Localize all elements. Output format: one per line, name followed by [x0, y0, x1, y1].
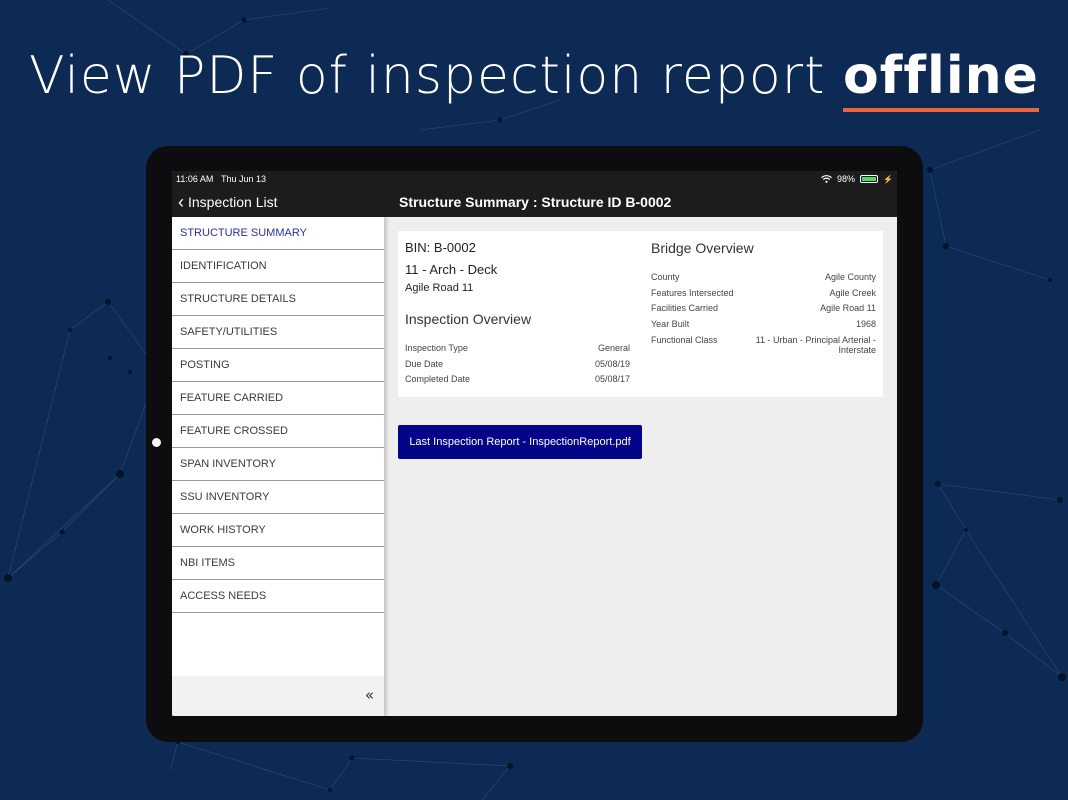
sidebar-footer: «	[172, 676, 384, 716]
navigation-bar: ‹ Inspection List Structure Summary : St…	[172, 189, 897, 217]
headline-emphasis: offline	[843, 46, 1039, 112]
back-label: Inspection List	[188, 194, 278, 210]
sidebar-item-feature-crossed[interactable]: FEATURE CROSSED	[172, 415, 384, 448]
sidebar-item-structure-details[interactable]: STRUCTURE DETAILS	[172, 283, 384, 316]
battery-icon	[860, 175, 879, 183]
sidebar: STRUCTURE SUMMARY IDENTIFICATION STRUCTURE…	[172, 217, 385, 716]
open-pdf-report-button[interactable]: Last Inspection Report - InspectionRepor…	[398, 425, 642, 459]
sidebar-item-safety-utilities[interactable]: SAFETY/UTILITIES	[172, 316, 384, 349]
sidebar-item-work-history[interactable]: WORK HISTORY	[172, 514, 384, 547]
chevron-left-icon: ‹	[178, 192, 184, 212]
status-date: Thu Jun 13	[221, 174, 267, 184]
back-button[interactable]: ‹ Inspection List	[178, 192, 278, 212]
sidebar-item-span-inventory[interactable]: SPAN INVENTORY	[172, 448, 384, 481]
summary-card: BIN: B-0002 11 - Arch - Deck Agile Road …	[398, 231, 883, 397]
promo-headline: View PDF of inspection report offline	[0, 46, 1068, 112]
charging-icon: ⚡	[883, 174, 893, 184]
status-right: 98% ⚡	[821, 174, 893, 184]
structure-road: Agile Road 11	[405, 282, 474, 294]
status-bar: 11:06 AM Thu Jun 13 98% ⚡	[172, 171, 897, 189]
inspection-row-value: 05/08/19	[594, 359, 630, 369]
sidebar-item-feature-carried[interactable]: FEATURE CARRIED	[172, 382, 384, 415]
sidebar-item-access-needs[interactable]: ACCESS NEEDS	[172, 580, 384, 613]
inspection-overview-title: Inspection Overview	[405, 311, 532, 327]
inspection-row-label: Inspection Type	[405, 343, 468, 353]
status-time: 11:06 AM	[176, 174, 214, 184]
bridge-row: County Agile County	[651, 272, 876, 282]
bridge-row: Features Intersected Agile Creek	[651, 288, 876, 298]
tablet-camera-dot	[152, 438, 161, 447]
collapse-sidebar-icon[interactable]: «	[365, 686, 374, 704]
sidebar-item-posting[interactable]: POSTING	[172, 349, 384, 382]
bridge-row-label: Facilities Carried	[651, 303, 719, 313]
bridge-row-value: 11 - Urban - Principal Arterial - Inters…	[755, 335, 876, 355]
bridge-row-label: Functional Class	[651, 335, 718, 345]
inspection-row: Due Date 05/08/19	[405, 359, 630, 369]
sidebar-item-nbi-items[interactable]: NBI ITEMS	[172, 547, 384, 580]
bridge-row: Facilities Carried Agile Road 11	[651, 303, 876, 313]
structure-type: 11 - Arch - Deck	[405, 262, 498, 277]
inspection-row-value: General	[597, 343, 630, 353]
inspection-row-label: Completed Date	[405, 374, 471, 384]
bridge-row-label: Year Built	[651, 319, 690, 329]
inspection-row: Completed Date 05/08/17	[405, 374, 630, 384]
battery-percent: 98%	[837, 174, 856, 184]
sidebar-item-structure-summary[interactable]: STRUCTURE SUMMARY	[172, 217, 384, 250]
sidebar-item-ssu-inventory[interactable]: SSU INVENTORY	[172, 481, 384, 514]
inspection-row-value: 05/08/17	[594, 374, 630, 384]
bridge-row-label: Features Intersected	[651, 288, 734, 298]
bridge-row-value: Agile Creek	[829, 288, 876, 298]
bridge-row-label: County	[651, 272, 680, 282]
tablet-screen: 11:06 AM Thu Jun 13 98% ⚡ ‹ Inspection L…	[172, 171, 897, 716]
page-title: Structure Summary : Structure ID B-0002	[399, 194, 672, 210]
bin-label: BIN: B-0002	[405, 240, 476, 255]
bridge-row-value: 1968	[855, 319, 876, 329]
bridge-row: Year Built 1968	[651, 319, 876, 329]
headline-text: View PDF of inspection report	[29, 46, 844, 106]
bridge-row-value: Agile County	[824, 272, 876, 282]
sidebar-menu: STRUCTURE SUMMARY IDENTIFICATION STRUCTURE…	[172, 217, 384, 613]
bridge-overview-title: Bridge Overview	[651, 240, 754, 256]
inspection-row-label: Due Date	[405, 359, 444, 369]
wifi-icon	[821, 175, 832, 183]
sidebar-item-identification[interactable]: IDENTIFICATION	[172, 250, 384, 283]
bridge-row: Functional Class 11 - Urban - Principal …	[651, 335, 876, 355]
inspection-row: Inspection Type General	[405, 343, 630, 353]
bridge-row-value: Agile Road 11	[820, 303, 876, 313]
